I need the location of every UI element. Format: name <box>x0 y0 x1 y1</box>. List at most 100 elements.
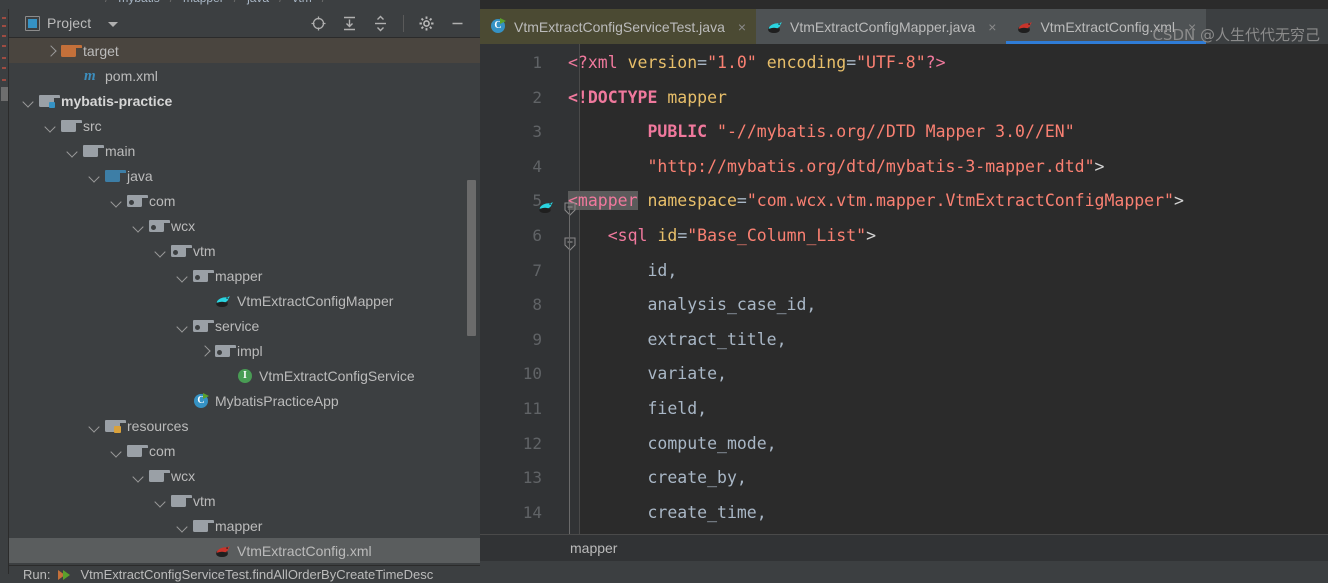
chevron-down-icon[interactable] <box>155 495 167 507</box>
code-line-text[interactable]: <!DOCTYPE mapper <box>568 81 727 116</box>
package-icon <box>126 193 148 209</box>
tree-node-pom-xml[interactable]: m pom.xml <box>9 63 480 88</box>
code-line-text[interactable]: id, <box>568 254 677 289</box>
top-breadcrumb-text: /mybatis/mapper/java/vtm/ <box>100 0 330 5</box>
run-icon[interactable] <box>58 569 72 581</box>
expand-all-icon[interactable] <box>341 15 358 32</box>
tree-node-label: mapper <box>215 267 263 284</box>
chevron-down-icon[interactable] <box>23 95 35 107</box>
tree-node-service[interactable]: service <box>9 313 480 338</box>
line-number: 13 <box>522 468 542 488</box>
folder-icon <box>192 518 214 534</box>
line-number: 9 <box>532 329 542 349</box>
line-number: 11 <box>522 399 542 418</box>
package-icon <box>148 218 170 234</box>
code-line-text[interactable]: "http://mybatis.org/dtd/mybatis-3-mapper… <box>568 150 1104 185</box>
line-number: 14 <box>522 502 542 522</box>
tree-node-label: mapper <box>215 517 263 534</box>
chevron-down-icon[interactable] <box>67 145 79 157</box>
gear-icon[interactable] <box>418 15 435 32</box>
tree-node-java[interactable]: java <box>9 163 480 188</box>
mybatis-mapper-icon <box>214 293 232 309</box>
fold-collapse-icon[interactable] <box>564 229 576 251</box>
tree-node-vtmextractconfigservice[interactable]: I VtmExtractConfigService <box>9 363 480 388</box>
interface-icon: I <box>236 368 254 384</box>
locate-icon[interactable] <box>310 15 327 32</box>
editor-area: C VtmExtractConfigServiceTest.java × VtmExt… <box>480 0 1328 583</box>
editor-tab-vtmextractconfigservicetest-java[interactable]: C VtmExtractConfigServiceTest.java × <box>480 9 757 44</box>
chevron-down-icon[interactable] <box>111 195 123 207</box>
tree-node-mybatispracticeapp[interactable]: C MybatisPracticeApp <box>9 388 480 413</box>
tree-node-vtm[interactable]: vtm <box>9 488 480 513</box>
tree-node-main[interactable]: main <box>9 138 480 163</box>
tree-node-com[interactable]: com <box>9 188 480 213</box>
tree-node-label: service <box>215 317 260 334</box>
code-line-text[interactable]: create_time, <box>568 496 766 531</box>
run-configuration-name[interactable]: VtmExtractConfigServiceTest.findAllOrder… <box>80 567 433 582</box>
fold-collapse-icon[interactable] <box>564 194 576 217</box>
code-line-text[interactable]: create_by, <box>568 461 746 496</box>
tree-node-resources[interactable]: resources <box>9 413 480 438</box>
project-tree[interactable]: target m pom.xml mybatis-practice src main jav… <box>9 38 480 565</box>
chevron-down-icon[interactable] <box>177 520 189 532</box>
toolbar-divider <box>403 14 404 32</box>
chevron-down-icon[interactable] <box>155 245 167 257</box>
code-line-text[interactable]: <mapper namespace="com.wcx.vtm.mapper.Vt… <box>568 184 1184 219</box>
code-line-text[interactable]: field, <box>568 392 707 427</box>
chevron-down-icon[interactable] <box>89 170 101 182</box>
tree-node-mapper[interactable]: mapper <box>9 263 480 288</box>
code-line-text[interactable]: <?xml version="1.0" encoding="UTF-8"?> <box>568 46 946 81</box>
chevron-down-icon[interactable] <box>177 270 189 282</box>
folder-excluded-icon <box>60 43 82 59</box>
chevron-down-icon[interactable] <box>111 445 123 457</box>
tree-node-label: VtmExtractConfigMapper <box>237 292 394 309</box>
tree-node-impl[interactable]: impl <box>9 338 480 363</box>
tree-node-mybatis-practice[interactable]: mybatis-practice <box>9 88 480 113</box>
project-tool-window: Project target m pom.xml mybatis-practic… <box>9 9 480 565</box>
tree-node-vtm[interactable]: vtm <box>9 238 480 263</box>
code-editor[interactable]: 1 <?xml version="1.0" encoding="UTF-8"?> 2… <box>480 44 1328 534</box>
tree-node-vtmextractconfig-xml[interactable]: VtmExtractConfig.xml <box>9 538 480 563</box>
left-tool-rail[interactable] <box>0 9 9 574</box>
tree-node-com[interactable]: com <box>9 438 480 463</box>
minimize-icon[interactable] <box>449 15 466 32</box>
mybatis-bird-icon[interactable] <box>538 192 556 214</box>
tree-node-mapper[interactable]: mapper <box>9 513 480 538</box>
project-tree-scrollbar[interactable] <box>467 180 476 336</box>
tree-node-vtmextractconfigmapper[interactable]: VtmExtractConfigMapper <box>9 288 480 313</box>
collapse-all-icon[interactable] <box>372 15 389 32</box>
tree-node-wcx[interactable]: wcx <box>9 213 480 238</box>
code-line-text[interactable]: <sql id="Base_Column_List"> <box>568 219 876 254</box>
tree-node-target[interactable]: target <box>9 38 480 63</box>
mybatis-bird-icon <box>767 19 783 35</box>
code-line-text[interactable]: variate, <box>568 357 726 392</box>
line-number: 7 <box>532 260 542 280</box>
chevron-down-icon[interactable] <box>108 21 119 27</box>
code-line-text[interactable]: compute_mode, <box>568 427 776 462</box>
editor-tab-label: VtmExtractConfigServiceTest.java <box>514 18 725 35</box>
code-line-text[interactable]: PUBLIC "-//mybatis.org//DTD Mapper 3.0//… <box>568 115 1074 150</box>
chevron-down-icon[interactable] <box>89 420 101 432</box>
editor-tab-vtmextractconfigmapper-java[interactable]: VtmExtractConfigMapper.java × <box>756 9 1007 44</box>
close-icon[interactable]: × <box>988 20 996 34</box>
close-icon[interactable]: × <box>738 20 746 34</box>
chevron-right-icon[interactable] <box>199 345 211 357</box>
tree-node-src[interactable]: src <box>9 113 480 138</box>
tree-node-label: src <box>83 117 102 134</box>
code-line: 6 <sql id="Base_Column_List"> <box>480 219 1328 254</box>
project-panel-title: Project <box>47 15 92 31</box>
chevron-down-icon[interactable] <box>133 220 145 232</box>
chevron-right-icon[interactable] <box>45 45 57 57</box>
code-line-text[interactable]: extract_title, <box>568 323 786 358</box>
chevron-down-icon[interactable] <box>177 320 189 332</box>
editor-breadcrumb-bar[interactable]: mapper <box>480 534 1328 561</box>
code-line-text[interactable]: analysis_case_id, <box>568 288 816 323</box>
chevron-down-icon[interactable] <box>133 470 145 482</box>
chevron-down-icon[interactable] <box>45 120 57 132</box>
run-tool-window-bar[interactable]: Run: VtmExtractConfigServiceTest.findAll… <box>9 565 480 583</box>
tree-node-wcx[interactable]: wcx <box>9 463 480 488</box>
breadcrumb-mapper[interactable]: mapper <box>570 540 617 556</box>
